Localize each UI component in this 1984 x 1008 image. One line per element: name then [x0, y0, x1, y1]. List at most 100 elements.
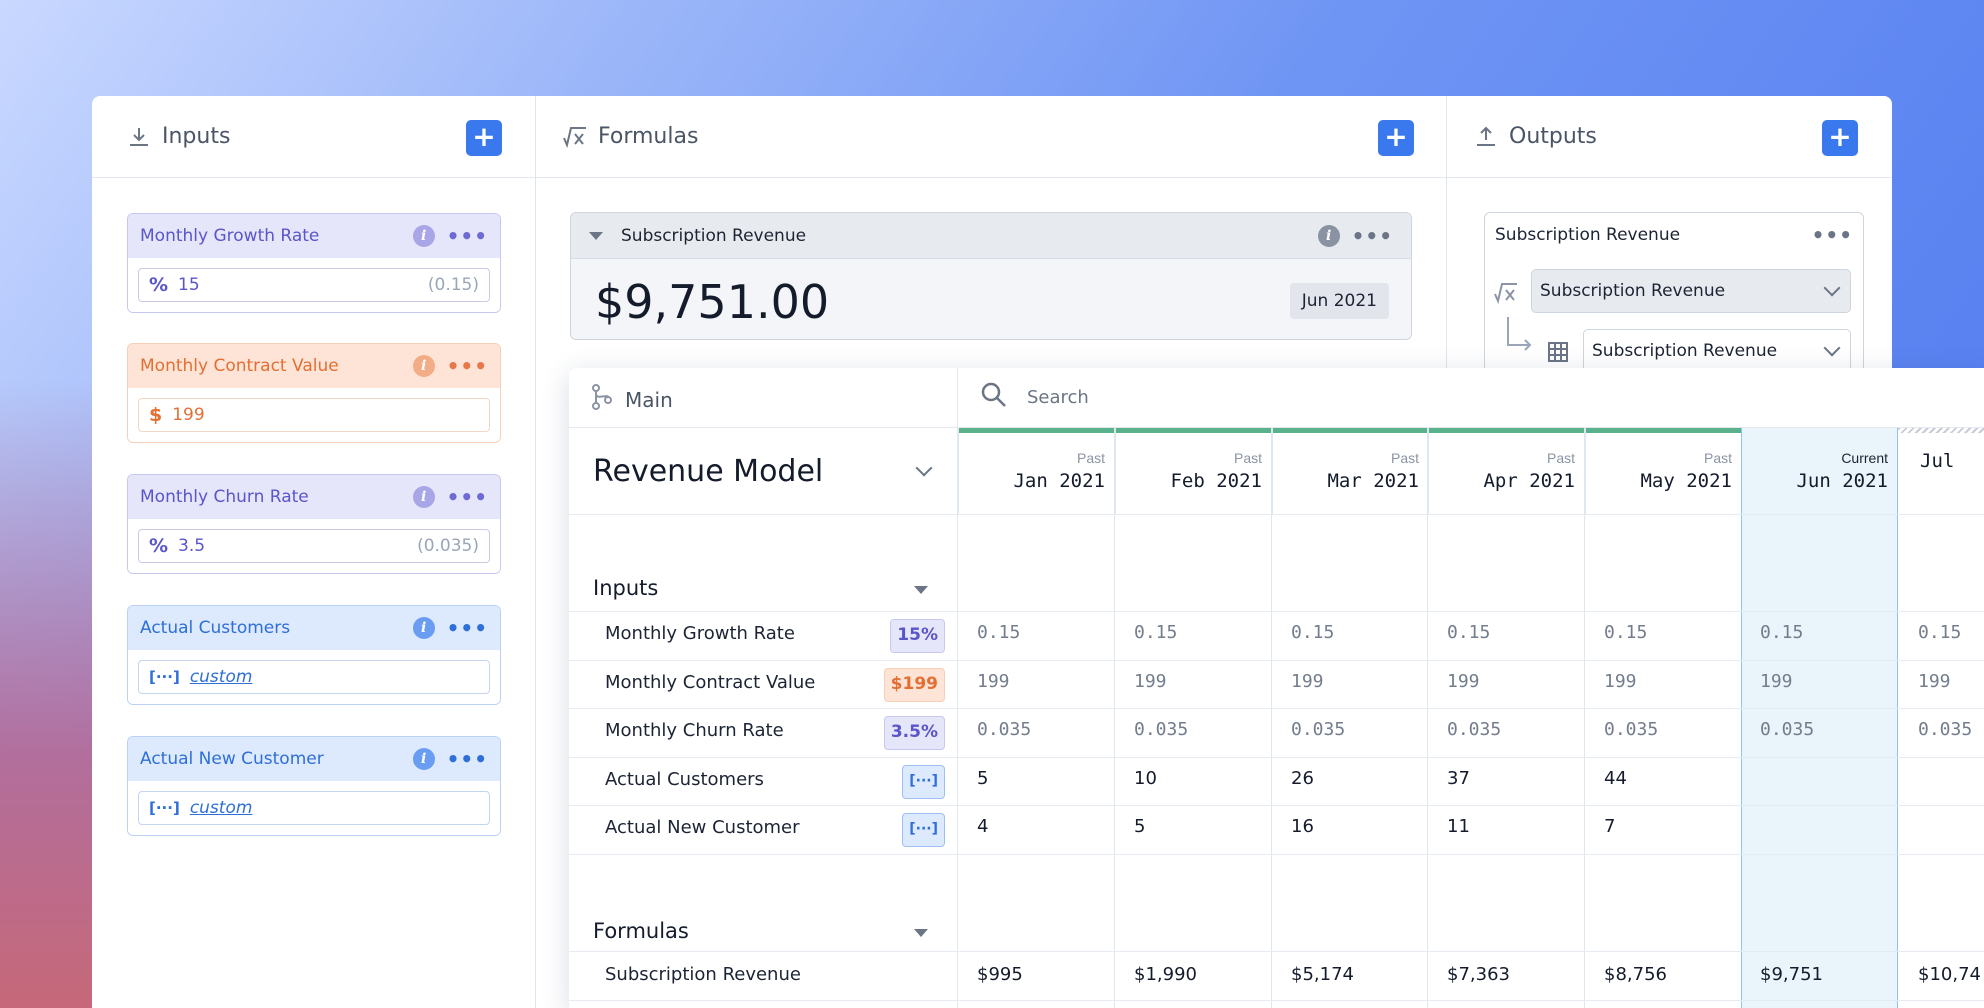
table-cell[interactable]: 0.035	[1447, 719, 1501, 740]
table-cell[interactable]: 5	[977, 768, 988, 789]
info-icon[interactable]: i	[1317, 224, 1340, 247]
table-cell[interactable]: 0.15	[1447, 622, 1490, 643]
row-badge[interactable]: [···]	[902, 765, 945, 799]
column-gridline	[1584, 428, 1585, 1008]
date-chip[interactable]: Jun 2021	[1289, 283, 1389, 319]
table-cell[interactable]: 199	[1134, 671, 1167, 692]
table-cell[interactable]: $995	[977, 964, 1023, 985]
input-card-monthly-churn-rate[interactable]: Monthly Churn Rate i ••• % 3.5 (0.035)	[127, 474, 501, 574]
row-divider	[569, 660, 1984, 661]
table-cell[interactable]: 0.035	[1291, 719, 1345, 740]
month-status: Past	[1546, 450, 1575, 466]
output-formula-select[interactable]: Subscription Revenue	[1531, 269, 1851, 313]
table-cell[interactable]: 199	[977, 671, 1010, 692]
table-cell[interactable]: 199	[1291, 671, 1324, 692]
input-field[interactable]: [···] custom	[138, 660, 490, 694]
model-title[interactable]: Revenue Model	[593, 454, 823, 489]
info-icon[interactable]: i	[412, 486, 435, 508]
table-cell[interactable]: $1,990	[1134, 964, 1197, 985]
table-cell[interactable]: 199	[1918, 671, 1951, 692]
chevron-down-icon[interactable]	[915, 459, 933, 477]
month-header: Past Jan 2021	[958, 428, 1115, 514]
table-cell[interactable]: $9,751	[1760, 964, 1823, 985]
table-cell[interactable]: 0.15	[1760, 622, 1803, 643]
table-cell[interactable]: 0.15	[977, 622, 1020, 643]
table-cell[interactable]: $7,363	[1447, 964, 1510, 985]
table-cell[interactable]: 199	[1447, 671, 1480, 692]
input-card-title: Monthly Churn Rate	[140, 487, 309, 507]
table-icon	[1547, 341, 1569, 367]
input-field[interactable]: $199	[138, 398, 490, 432]
input-value: 3.5	[178, 536, 206, 556]
section-formulas[interactable]: Formulas	[593, 919, 689, 943]
more-options-icon[interactable]: •••	[447, 487, 488, 507]
table-cell[interactable]: $10,74	[1918, 964, 1981, 985]
branch-icon	[591, 384, 613, 415]
row-badge[interactable]: [···]	[902, 813, 945, 847]
info-icon[interactable]: i	[412, 355, 435, 377]
row-badge[interactable]: $199	[883, 668, 945, 702]
input-field[interactable]: % 3.5 (0.035)	[138, 529, 490, 563]
more-options-icon[interactable]: •••	[447, 356, 488, 376]
input-value[interactable]: custom	[190, 667, 479, 687]
table-cell[interactable]: $5,174	[1291, 964, 1354, 985]
table-cell[interactable]: 0.15	[1134, 622, 1177, 643]
collapse-triangle-icon[interactable]	[589, 231, 603, 240]
table-cell[interactable]: 37	[1447, 768, 1470, 789]
table-cell[interactable]: 7	[1604, 816, 1615, 837]
more-options-icon[interactable]: •••	[447, 749, 488, 769]
month-status: Past	[1076, 450, 1105, 466]
info-icon[interactable]: i	[412, 748, 435, 770]
row-label: Monthly Contract Value	[605, 672, 816, 693]
add-output-button[interactable]: +	[1822, 120, 1858, 156]
info-icon[interactable]: i	[412, 225, 435, 247]
input-value[interactable]: custom	[190, 798, 479, 818]
collapse-triangle-icon[interactable]	[914, 586, 928, 594]
input-card-monthly-growth-rate[interactable]: Monthly Growth Rate i ••• % 15 (0.15)	[127, 213, 501, 313]
collapse-triangle-icon[interactable]	[914, 929, 928, 937]
row-badge[interactable]: 3.5%	[883, 716, 945, 750]
table-cell[interactable]: 10	[1134, 768, 1157, 789]
table-cell[interactable]: 26	[1291, 768, 1314, 789]
table-cell[interactable]: 44	[1604, 768, 1627, 789]
percent-icon: %	[149, 274, 169, 296]
table-cell[interactable]: 199	[1760, 671, 1793, 692]
input-field[interactable]: % 15 (0.15)	[138, 268, 490, 302]
upload-icon	[1473, 124, 1499, 150]
branch-connector-icon	[1505, 317, 1535, 355]
add-formula-button[interactable]: +	[1378, 120, 1414, 156]
table-cell[interactable]: 0.035	[1604, 719, 1658, 740]
table-cell[interactable]: 0.035	[1134, 719, 1188, 740]
table-cell[interactable]: 0.035	[1918, 719, 1972, 740]
add-input-button[interactable]: +	[466, 120, 502, 156]
more-options-icon[interactable]: •••	[447, 226, 488, 246]
info-icon[interactable]: i	[412, 617, 435, 639]
formula-icon	[562, 124, 588, 150]
row-badge[interactable]: 15%	[890, 619, 945, 653]
table-cell[interactable]: 16	[1291, 816, 1314, 837]
table-cell[interactable]: 5	[1134, 816, 1145, 837]
input-field[interactable]: [···] custom	[138, 791, 490, 825]
table-cell[interactable]: 0.15	[1918, 622, 1961, 643]
branch-tab-main[interactable]: Main	[591, 384, 673, 415]
input-card-title: Actual New Customer	[140, 749, 324, 769]
search-input[interactable]: Search	[981, 382, 1089, 413]
table-cell[interactable]: 199	[1604, 671, 1637, 692]
table-cell[interactable]: 4	[977, 816, 988, 837]
table-cell[interactable]: 11	[1447, 816, 1470, 837]
input-card-actual-customers[interactable]: Actual Customers i ••• [···] custom	[127, 605, 501, 705]
table-cell[interactable]: 0.035	[1760, 719, 1814, 740]
table-cell[interactable]: 0.15	[1604, 622, 1647, 643]
table-cell[interactable]: 0.15	[1291, 622, 1334, 643]
more-options-icon[interactable]: •••	[447, 618, 488, 638]
table-cell[interactable]: $8,756	[1604, 964, 1667, 985]
input-card-actual-new-customer[interactable]: Actual New Customer i ••• [···] custom	[127, 736, 501, 836]
more-options-icon[interactable]: •••	[1812, 225, 1853, 245]
input-card-monthly-contract-value[interactable]: Monthly Contract Value i ••• $199	[127, 343, 501, 443]
input-card-title: Monthly Growth Rate	[140, 226, 320, 246]
table-cell[interactable]: 0.035	[977, 719, 1031, 740]
more-options-icon[interactable]: •••	[1352, 226, 1393, 246]
section-inputs[interactable]: Inputs	[593, 576, 658, 600]
output-table-select[interactable]: Subscription Revenue	[1583, 329, 1851, 373]
formula-card-subscription-revenue[interactable]: Subscription Revenue i ••• $9,751.00 Jun…	[570, 212, 1412, 340]
